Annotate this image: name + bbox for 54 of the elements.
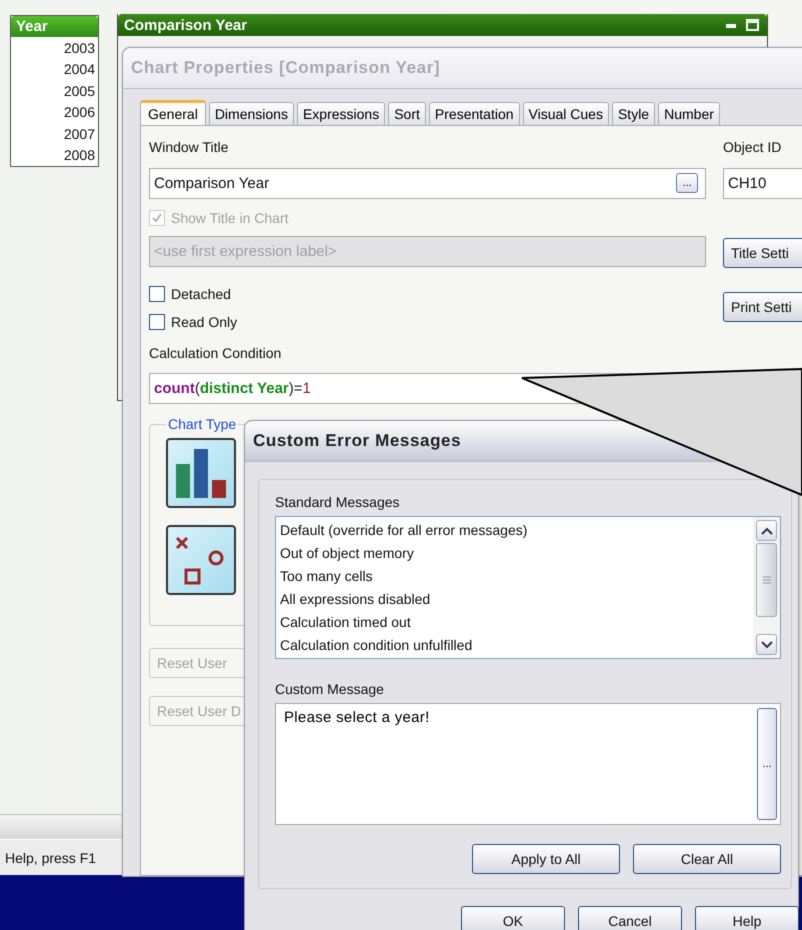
tab[interactable]: Expressions <box>296 102 386 125</box>
scrollbar-thumb[interactable] <box>756 543 777 617</box>
listbox-title: Year <box>11 16 98 37</box>
tab[interactable]: Presentation <box>428 102 520 125</box>
field-label: Standard Messages <box>275 494 401 512</box>
dialog-button[interactable]: Help <box>695 906 799 930</box>
tab[interactable]: General <box>140 100 206 125</box>
tab[interactable]: Dimensions <box>208 102 294 125</box>
chart-type-button[interactable] <box>166 525 236 595</box>
window-title: Comparison Year <box>124 16 248 34</box>
message-item[interactable]: Calculation timed out <box>280 610 749 634</box>
scroll-up-button[interactable] <box>756 520 777 541</box>
tab[interactable]: Number <box>658 102 720 125</box>
tab[interactable]: Style <box>612 102 656 125</box>
option-checkbox[interactable]: Detached <box>149 285 231 303</box>
message-item[interactable]: Out of object memory <box>280 542 749 565</box>
year-item[interactable]: 2006 <box>11 102 98 123</box>
message-item[interactable]: Default (override for all error messages) <box>280 519 749 542</box>
year-item[interactable]: 2005 <box>11 80 98 102</box>
action-button[interactable]: Clear All <box>633 844 781 874</box>
action-button[interactable]: Apply to All <box>472 844 620 874</box>
dialog-button[interactable]: OK <box>461 906 565 930</box>
group-label: Chart Type <box>167 416 238 432</box>
browse-button[interactable]: ... <box>757 708 777 820</box>
chevron-up-icon <box>760 526 772 534</box>
settings-button[interactable]: Title Setti <box>723 238 802 268</box>
checkmark-icon <box>151 212 163 224</box>
dialog-title: Chart Properties [Comparison Year] <box>123 48 802 89</box>
year-item[interactable]: 2008 <box>11 144 98 166</box>
option-checkbox[interactable]: Read Only <box>149 313 238 331</box>
settings-button[interactable]: Print Setti <box>723 292 802 322</box>
year-item[interactable]: 2003 <box>11 37 98 58</box>
scroll-down-button[interactable] <box>756 634 777 655</box>
tab[interactable]: Visual Cues <box>522 102 609 125</box>
field-label: Custom Message <box>275 681 385 699</box>
scrollbar[interactable] <box>753 517 780 658</box>
bar-chart-icon <box>173 446 229 500</box>
grip-icon <box>762 576 770 584</box>
message-item[interactable]: Too many cells <box>280 564 749 588</box>
year-item[interactable]: 2007 <box>11 123 98 144</box>
chart-type-button[interactable] <box>166 438 236 508</box>
year-item[interactable]: 2004 <box>11 58 98 80</box>
minimize-icon[interactable] <box>726 22 736 28</box>
object-id-field[interactable]: CH10 <box>723 168 802 199</box>
browse-button[interactable]: ... <box>676 173 698 193</box>
chevron-down-icon <box>760 640 772 648</box>
message-item[interactable]: All expressions disabled <box>280 587 749 610</box>
field-label: Object ID <box>723 139 782 157</box>
tab[interactable]: Sort <box>388 102 426 125</box>
field-label: Calculation Condition <box>149 345 282 363</box>
field-label: Window Title <box>149 139 228 157</box>
status-text: Help, press F1 <box>5 850 96 866</box>
dialog-button[interactable]: Cancel <box>578 906 682 930</box>
maximize-icon[interactable] <box>746 19 759 31</box>
